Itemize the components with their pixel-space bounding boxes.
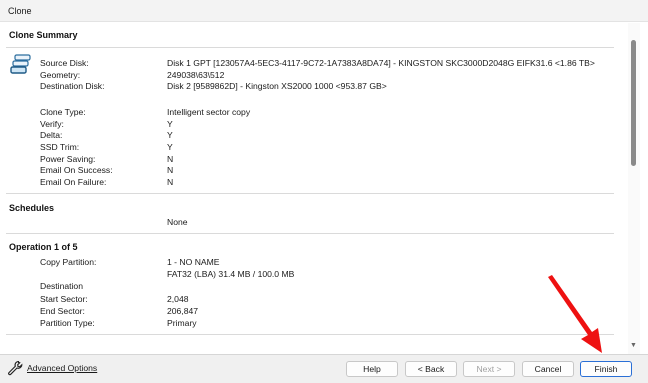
power-saving-label: Power Saving: — [40, 154, 96, 164]
delta-label: Delta: — [40, 130, 63, 140]
next-button[interactable]: Next > — [463, 361, 515, 377]
operation-heading: Operation 1 of 5 — [9, 242, 78, 252]
email-failure-value: N — [167, 177, 174, 187]
verify-value: Y — [167, 119, 173, 129]
finish-button[interactable]: Finish — [580, 361, 632, 377]
clone-summary-heading: Clone Summary — [9, 30, 78, 40]
help-button[interactable]: Help — [346, 361, 398, 377]
wrench-icon — [8, 360, 23, 376]
copy-partition-detail: FAT32 (LBA) 31.4 MB / 100.0 MB — [167, 269, 295, 279]
divider — [6, 47, 614, 48]
start-sector-value: 2,048 — [167, 294, 189, 304]
clone-type-label: Clone Type: — [40, 107, 86, 117]
window-title: Clone — [8, 6, 32, 16]
schedules-value: None — [167, 217, 188, 227]
divider — [6, 193, 614, 194]
email-success-label: Email On Success: — [40, 165, 113, 175]
ssd-trim-value: Y — [167, 142, 173, 152]
destination-disk-label: Destination Disk: — [40, 81, 105, 91]
schedules-heading: Schedules — [9, 203, 55, 213]
geometry-label: Geometry: — [40, 70, 81, 80]
scroll-down-icon[interactable]: ▼ — [630, 342, 637, 349]
divider — [6, 233, 614, 234]
advanced-options-link[interactable]: Advanced Options — [7, 360, 97, 376]
email-failure-label: Email On Failure: — [40, 177, 107, 187]
vertical-scrollbar[interactable]: ▼ — [628, 23, 640, 354]
title-bar: Clone — [0, 0, 648, 22]
destination-label: Destination — [40, 281, 83, 291]
geometry-value: 249038\63\512 — [167, 70, 225, 80]
advanced-options-label[interactable]: Advanced Options — [27, 363, 97, 373]
partition-type-value: Primary — [167, 318, 197, 328]
delta-value: Y — [167, 130, 173, 140]
end-sector-value: 206,847 — [167, 306, 199, 316]
scroll-thumb[interactable] — [631, 40, 636, 166]
red-arrow-annotation — [548, 275, 602, 353]
disk-stack-icon — [10, 54, 31, 74]
summary-pane: Clone Summary Source Disk: Disk 1 GPT [1… — [0, 23, 628, 354]
copy-partition-value: 1 - NO NAME — [167, 257, 220, 267]
start-sector-label: Start Sector: — [40, 294, 88, 304]
back-button[interactable]: < Back — [405, 361, 457, 377]
source-disk-label: Source Disk: — [40, 58, 89, 68]
divider — [6, 334, 614, 335]
destination-disk-value: Disk 2 [9589862D] - Kingston XS2000 1000… — [167, 81, 387, 91]
ssd-trim-label: SSD Trim: — [40, 142, 80, 152]
clone-type-value: Intelligent sector copy — [167, 107, 251, 117]
source-disk-value: Disk 1 GPT [123057A4-5EC3-4117-9C72-1A73… — [167, 58, 595, 68]
power-saving-value: N — [167, 154, 174, 164]
end-sector-label: End Sector: — [40, 306, 85, 316]
footer-bar: Advanced Options Help < Back Next > Canc… — [0, 354, 648, 383]
partition-type-label: Partition Type: — [40, 318, 95, 328]
cancel-button[interactable]: Cancel — [522, 361, 574, 377]
email-success-value: N — [167, 165, 174, 175]
verify-label: Verify: — [40, 119, 64, 129]
copy-partition-label: Copy Partition: — [40, 257, 97, 267]
